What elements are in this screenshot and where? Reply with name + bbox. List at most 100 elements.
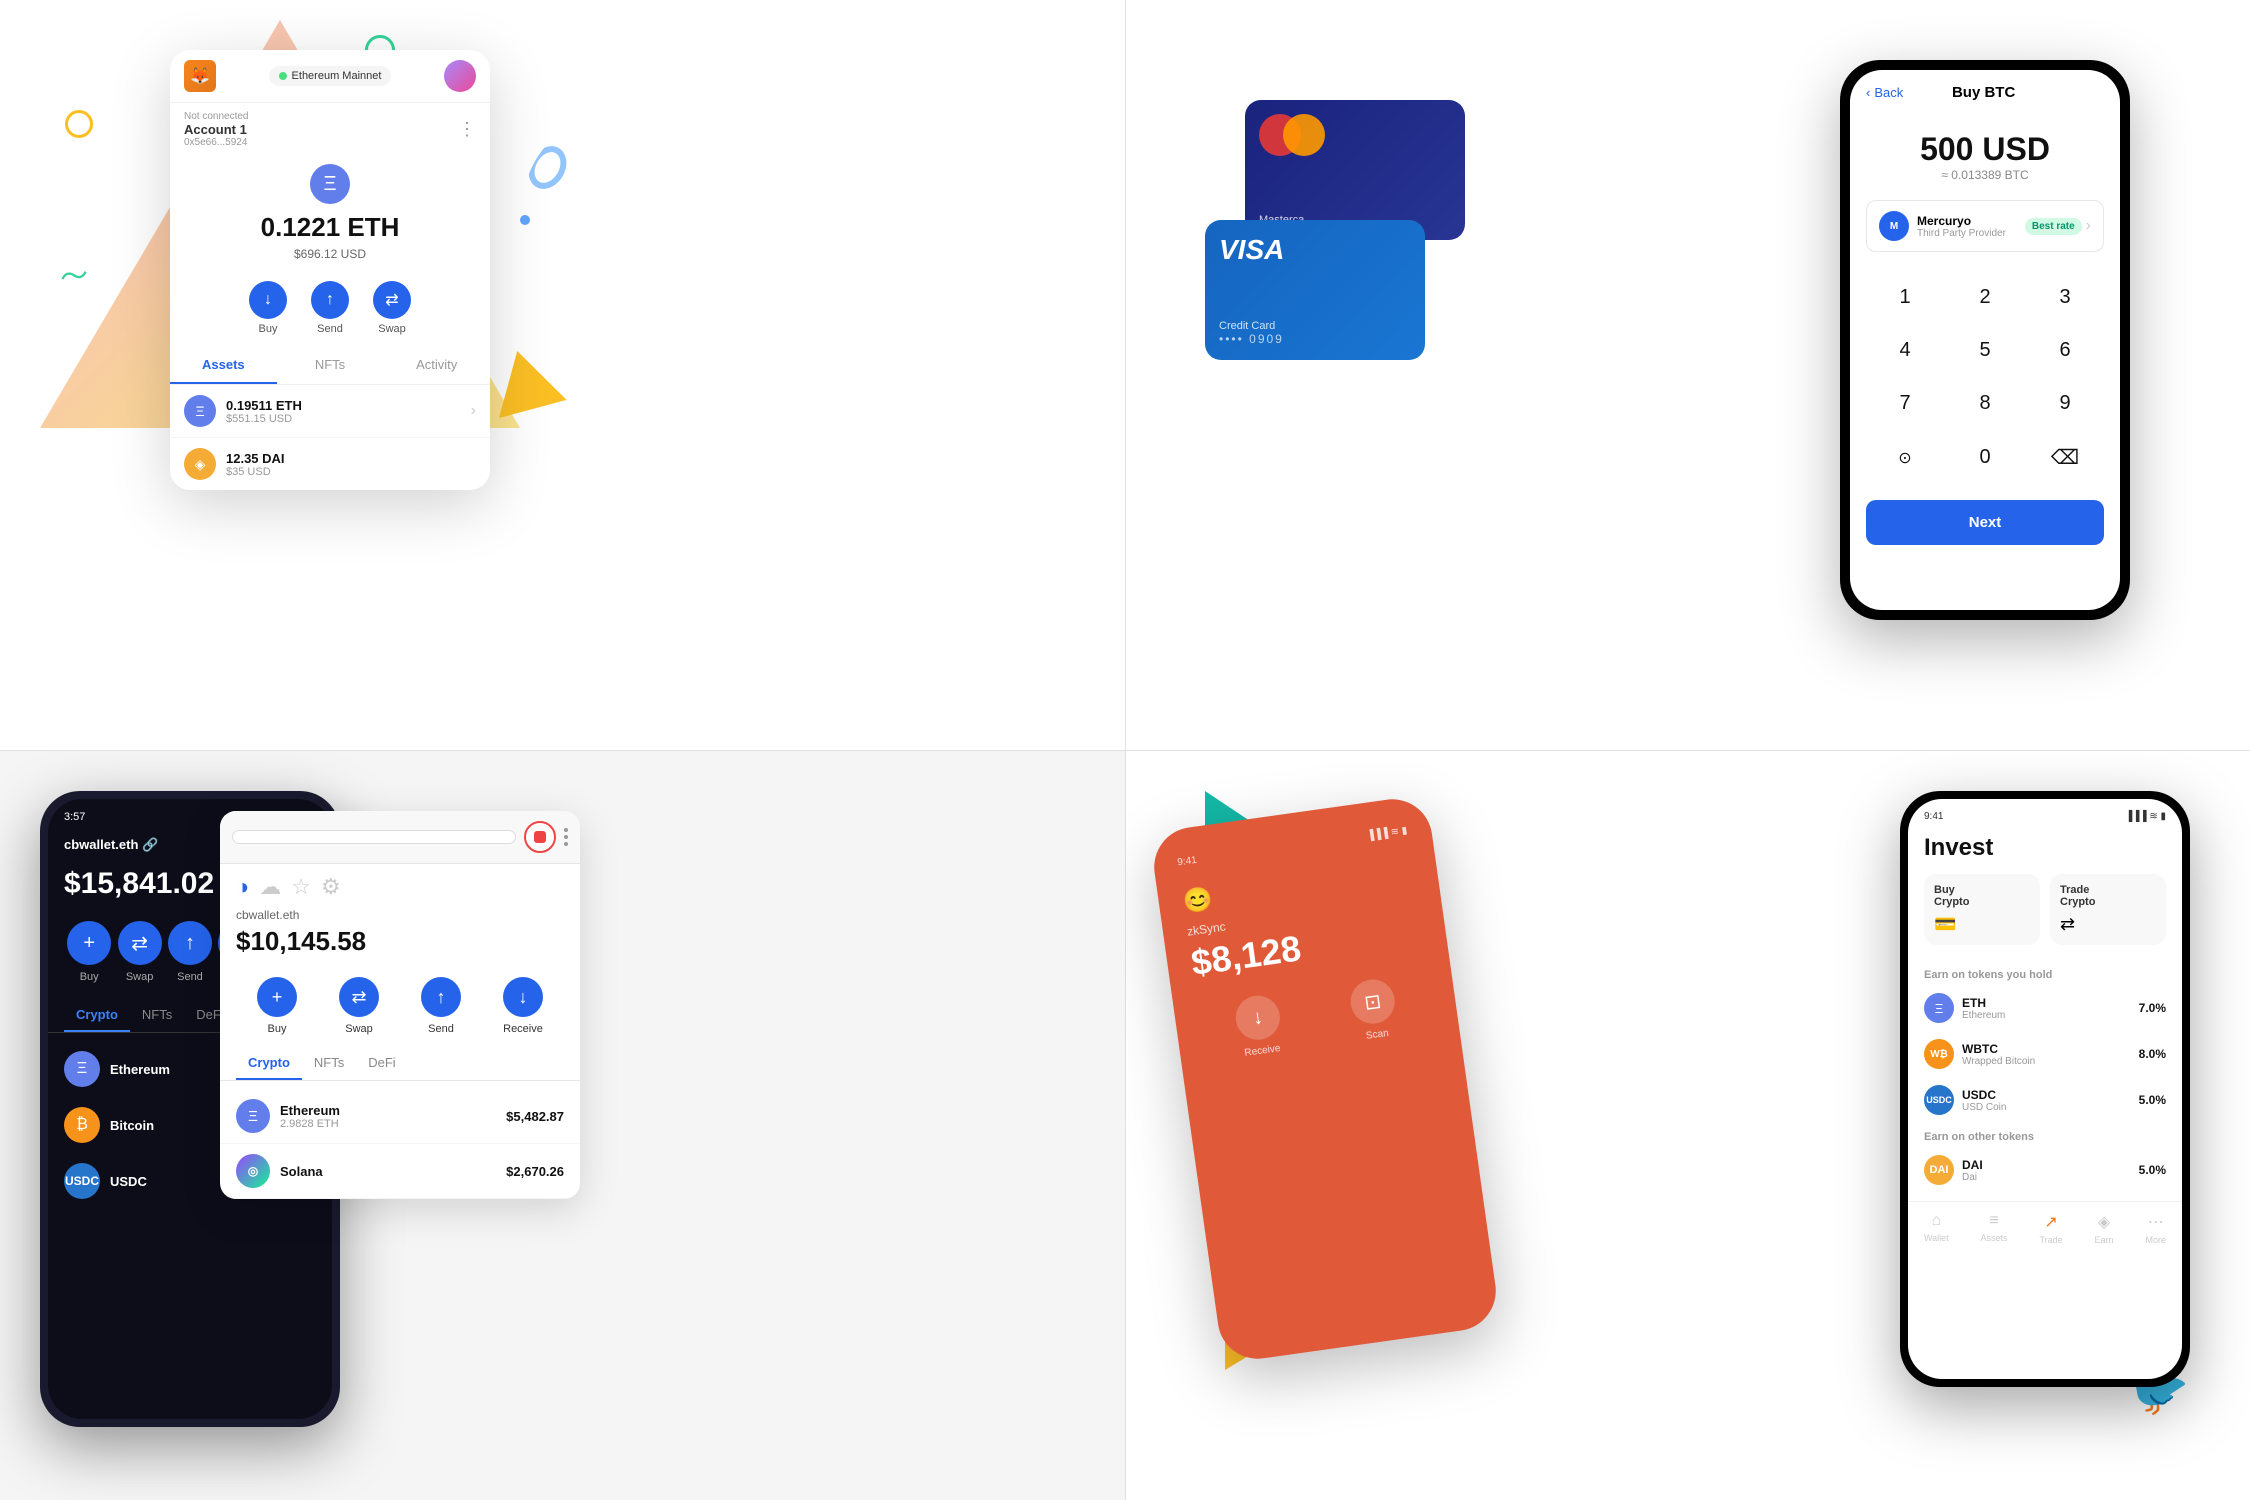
ip-tab-wallet[interactable]: ⌂ Wallet	[1924, 1212, 1949, 1245]
mm-asset-1-amount: 0.19511 ETH	[226, 398, 302, 413]
ip-usdc-token-name: USDC	[1962, 1088, 2006, 1102]
mastercard-circles	[1259, 114, 1325, 156]
numpad-0[interactable]: 0	[1946, 431, 2024, 484]
ip-tab-earn[interactable]: ◈ Earn	[2095, 1212, 2114, 1245]
numpad-3[interactable]: 3	[2026, 272, 2104, 323]
buy-btc-phone: ‹ Back Buy BTC 500 USD ≈ 0.013389 BTC M …	[1840, 60, 2130, 620]
ip-token-eth: Ξ ETH Ethereum 7.0%	[1908, 985, 2182, 1031]
ip-scan-action[interactable]: ⊡ Scan	[1348, 977, 1400, 1044]
mm-asset-1-arrow: ›	[471, 402, 476, 420]
numpad-8[interactable]: 8	[1946, 378, 2024, 429]
bo-buy-action[interactable]: + Buy	[257, 977, 297, 1035]
ip-wbtc-info: WBTC Wrapped Bitcoin	[1962, 1042, 2035, 1067]
numpad-scan[interactable]: ⊙	[1866, 431, 1944, 484]
bo-receive-action[interactable]: ↓ Receive	[503, 977, 543, 1035]
mm-tab-assets[interactable]: Assets	[170, 347, 277, 384]
best-rate-badge: Best rate	[2025, 218, 2082, 235]
bi-tab-wallet[interactable]: ◑	[236, 874, 249, 900]
bo-send-action[interactable]: ↑ Send	[421, 977, 461, 1035]
btc-provider-row[interactable]: M Mercuryo Third Party Provider Best rat…	[1866, 200, 2104, 252]
mm-send-label: Send	[317, 323, 343, 335]
mm-buy-icon: ↓	[249, 281, 287, 319]
mm-buy-action[interactable]: ↓ Buy	[249, 281, 287, 335]
numpad-7[interactable]: 7	[1866, 378, 1944, 429]
bo-tab-crypto[interactable]: Crypto	[236, 1047, 302, 1080]
cb-buy-action[interactable]: + Buy	[67, 921, 111, 983]
cb-usdc-left: USDC USDC	[64, 1163, 147, 1199]
ip-receive-action[interactable]: ↓ Receive	[1233, 993, 1285, 1060]
mm-tab-nfts[interactable]: NFTs	[277, 347, 384, 384]
btc-next-button[interactable]: Next	[1866, 500, 2104, 545]
bo-wallet-name: cbwallet.eth	[220, 900, 580, 926]
mm-asset-row-2: ◈ 12.35 DAI $35 USD	[170, 438, 490, 490]
browser-record-button[interactable]	[524, 821, 556, 853]
mm-network-label: Ethereum Mainnet	[292, 70, 382, 82]
bo-eth-qty: 2.9828 ETH	[280, 1118, 340, 1130]
mm-asset-2-amount: 12.35 DAI	[226, 451, 285, 466]
mm-asset-row-1: Ξ 0.19511 ETH $551.15 USD ›	[170, 385, 490, 438]
ip-eth-info: ETH Ethereum	[1962, 996, 2005, 1021]
ip-tab-assets[interactable]: ≡ Assets	[1981, 1212, 2008, 1245]
eth-circle-icon: Ξ	[310, 164, 350, 204]
browser-overlay: ◑ ☁ ☆ ⚙ cbwallet.eth $10,145.58 + Buy ⇄ …	[220, 811, 580, 1199]
numpad-2[interactable]: 2	[1946, 272, 2024, 323]
cb-tab-nfts[interactable]: NFTs	[130, 999, 184, 1032]
cb-buy-icon: +	[67, 921, 111, 965]
mm-swap-label: Swap	[378, 323, 406, 335]
bo-sol-left: ◎ Solana	[236, 1154, 323, 1188]
ip-trade-tab-icon: ↗	[2044, 1212, 2057, 1232]
ip-token-wbtc: W₿ WBTC Wrapped Bitcoin 8.0%	[1908, 1031, 2182, 1077]
ip-tab-trade[interactable]: ↗ Trade	[2039, 1212, 2062, 1245]
browser-more-icon[interactable]	[564, 828, 568, 846]
bo-swap-action[interactable]: ⇄ Swap	[339, 977, 379, 1035]
ip-front-status-bar: 9:41 ▐▐▐ ≋ ▮	[1908, 799, 2182, 826]
cb-send-action[interactable]: ↑ Send	[168, 921, 212, 983]
cb-usdc-name: USDC	[110, 1174, 147, 1189]
mm-send-action[interactable]: ↑ Send	[311, 281, 349, 335]
numpad-9[interactable]: 9	[2026, 378, 2104, 429]
ip-assets-tab-label: Assets	[1981, 1233, 2008, 1243]
numpad-1[interactable]: 1	[1866, 272, 1944, 323]
q4-invest-section: 9:41 ▐▐▐ ≋ ▮ 😊 zkSync $8,128 ↓ Receive ⊡…	[1125, 750, 2250, 1500]
ip-invest-title: Invest	[1908, 826, 2182, 874]
q1-metamask-section: 〜 🦊 Ethereum Mainnet Not connected Accou…	[0, 0, 1125, 750]
ip-earn-other-title: Earn on other tokens	[1908, 1123, 2182, 1147]
numpad-4[interactable]: 4	[1866, 325, 1944, 376]
bo-eth-icon: Ξ	[236, 1099, 270, 1133]
cb-usdc-info: USDC	[110, 1174, 147, 1189]
bo-tab-nfts[interactable]: NFTs	[302, 1047, 356, 1080]
mm-more-icon[interactable]: ⋮	[458, 119, 476, 140]
mastercard-circle-orange	[1283, 114, 1325, 156]
mm-avatar	[444, 60, 476, 92]
ip-trade-crypto-card[interactable]: TradeCrypto ⇄	[2050, 874, 2166, 945]
ip-tab-more[interactable]: ⋯ More	[2145, 1212, 2166, 1245]
bo-tab-defi[interactable]: DeFi	[356, 1047, 407, 1080]
ip-wbtc-left: W₿ WBTC Wrapped Bitcoin	[1924, 1039, 2035, 1069]
bi-tab-assets[interactable]: ☁	[259, 874, 281, 900]
cb-btc-icon: ₿	[64, 1107, 100, 1143]
ip-receive-label: Receive	[1244, 1043, 1281, 1059]
ip-receive-icon: ↓	[1233, 993, 1283, 1043]
cb-swap-action[interactable]: ⇄ Swap	[118, 921, 162, 983]
mm-swap-action[interactable]: ⇄ Swap	[373, 281, 411, 335]
mm-asset-2-left: ◈ 12.35 DAI $35 USD	[184, 448, 285, 480]
btc-back-button[interactable]: ‹ Back	[1866, 85, 1903, 100]
ip-wallet-tab-label: Wallet	[1924, 1233, 1949, 1243]
ip-earn-tab-icon: ◈	[2098, 1212, 2110, 1232]
bo-sol-info: Solana	[280, 1164, 323, 1179]
numpad-6[interactable]: 6	[2026, 325, 2104, 376]
mm-network-selector[interactable]: Ethereum Mainnet	[269, 66, 392, 86]
numpad-backspace[interactable]: ⌫	[2026, 431, 2104, 484]
ip-usdc-token-sub: USD Coin	[1962, 1102, 2006, 1113]
bi-tab-star[interactable]: ☆	[291, 874, 311, 900]
bo-receive-icon: ↓	[503, 977, 543, 1017]
numpad-5[interactable]: 5	[1946, 325, 2024, 376]
mm-tab-activity[interactable]: Activity	[383, 347, 490, 384]
q1-dot-blue-decoration	[520, 215, 530, 225]
browser-url-bar[interactable]	[232, 830, 516, 844]
bi-tab-settings[interactable]: ⚙	[321, 874, 341, 900]
bo-sol-name: Solana	[280, 1164, 323, 1179]
mm-buy-label: Buy	[259, 323, 278, 335]
ip-buy-crypto-card[interactable]: BuyCrypto 💳	[1924, 874, 2040, 945]
cb-tab-crypto[interactable]: Crypto	[64, 999, 130, 1032]
